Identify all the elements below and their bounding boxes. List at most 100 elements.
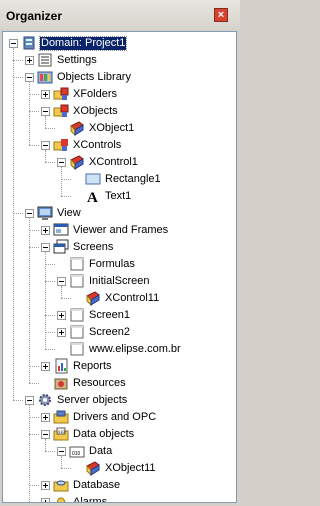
tree-item-label: XObject1 [89,122,135,134]
tree-item-label: Viewer and Frames [73,224,169,236]
collapse-icon[interactable] [25,396,34,405]
tree-item[interactable]: Reports [3,358,236,375]
tree-item-label: Resources [73,377,126,389]
tree-item-label: Data objects [73,428,135,440]
tree-item[interactable]: XObject1 [3,120,236,137]
screen-page-icon [69,341,85,357]
organizer-tree[interactable]: Domain: Project1 Settings Objects Library X… [2,31,237,503]
tree-item[interactable]: Viewer and Frames [3,222,236,239]
collapse-icon[interactable] [41,243,50,252]
text-icon: A [85,188,101,206]
tree-item[interactable]: 010 Data [3,443,236,460]
tree-item[interactable]: XControl1 [3,154,236,171]
svg-text:010: 010 [72,451,81,457]
close-icon: × [217,9,225,21]
tree-item-label: Text1 [105,190,132,202]
tree-item-label: XControl1 [89,156,138,168]
xcontrol-icon [85,290,101,307]
tree-item[interactable]: InitialScreen [3,273,236,290]
tree-item-label: Server objects [57,394,128,406]
tree-item-label: View [57,207,81,219]
expand-icon[interactable] [41,498,50,502]
xfolder-icon [53,86,69,102]
tree-item[interactable]: Drivers and OPC [3,409,236,426]
expand-icon[interactable] [57,311,66,320]
tree-item[interactable]: XControls [3,137,236,154]
expand-icon[interactable] [41,226,50,235]
collapse-icon[interactable] [25,73,34,82]
monitor-icon [37,205,53,221]
tree-item[interactable]: XFolders [3,86,236,103]
collapse-icon[interactable] [9,39,18,48]
server-gear-icon [37,392,53,408]
tree-item[interactable]: www.elipse.com.br [3,341,236,358]
viewer-icon [53,222,69,238]
data-objects-icon: 010 [53,426,69,442]
tree-item-label: Domain: Project1 [38,36,128,51]
close-button[interactable]: × [214,8,228,22]
expand-icon[interactable] [41,362,50,371]
tree-item[interactable]: Server objects [3,392,236,409]
tree-item[interactable]: Database [3,477,236,494]
tree-connector [29,502,39,503]
expand-icon[interactable] [57,328,66,337]
tree-item[interactable]: XObject11 [3,460,236,477]
tree-item[interactable]: Alarms [3,494,236,503]
tree-item[interactable]: Screens [3,239,236,256]
expand-icon[interactable] [41,413,50,422]
tree-item-label: Database [73,479,121,491]
collapse-icon[interactable] [41,141,50,150]
xobject-icon [69,120,85,137]
tree-item[interactable]: Screen1 [3,307,236,324]
tree-item[interactable]: XObjects [3,103,236,120]
collapse-icon[interactable] [57,158,66,167]
expand-icon[interactable] [25,56,34,65]
rectangle-icon [85,171,101,187]
screen-page-icon [69,256,85,272]
tree-item[interactable]: View [3,205,236,222]
collapse-icon[interactable] [57,277,66,286]
alarms-icon [53,494,69,502]
collapse-icon[interactable] [41,107,50,116]
panel-title: Organizer [6,9,63,23]
xcontrol-icon [69,154,85,171]
tree-item[interactable]: A Text1 [3,188,236,206]
tree-item-label: XControls [73,139,122,151]
collapse-icon[interactable] [57,447,66,456]
expand-icon[interactable] [41,481,50,490]
tree-item-label: XObject11 [105,462,156,474]
domain-icon [21,35,37,51]
tree-item-label: Alarms [73,496,108,503]
screen-page-icon [69,273,85,289]
resources-icon [53,375,69,391]
tree-item[interactable]: Formulas [3,256,236,273]
xcontrols-icon [53,137,69,153]
tree-item[interactable]: Domain: Project1 [3,35,236,52]
tree-item-label: InitialScreen [89,275,150,287]
tree-item[interactable]: 010 Data objects [3,426,236,443]
library-icon [37,69,53,85]
tree-item-label: Drivers and OPC [73,411,157,423]
svg-text:010: 010 [58,429,65,434]
collapse-icon[interactable] [25,209,34,218]
tree-item-label: www.elipse.com.br [89,343,181,355]
tree-item[interactable]: Settings [3,52,236,69]
tree-item-label: Screens [73,241,114,253]
screens-icon [53,239,69,255]
data-folder-icon: 010 [69,443,85,459]
xobjects-icon [53,103,69,119]
svg-text:A: A [87,190,98,204]
tree-item[interactable]: Objects Library [3,69,236,86]
xobject-icon [85,460,101,477]
tree-item[interactable]: Rectangle1 [3,171,236,188]
drivers-icon [53,409,69,425]
settings-icon [37,52,53,68]
tree-item[interactable]: Screen2 [3,324,236,341]
tree-item[interactable]: XControl11 [3,290,236,307]
collapse-icon[interactable] [41,430,50,439]
tree-item-label: Screen2 [89,326,130,338]
tree-item-label: Objects Library [57,71,131,83]
expand-icon[interactable] [41,90,50,99]
screen-page-icon [69,307,85,323]
tree-item[interactable]: Resources [3,375,236,392]
